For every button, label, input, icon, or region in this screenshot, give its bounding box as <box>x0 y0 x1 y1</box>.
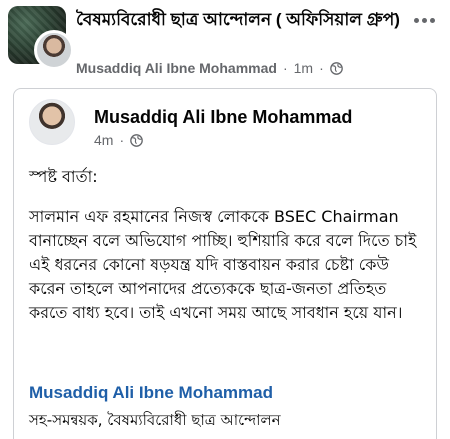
more-options-icon[interactable] <box>410 10 438 30</box>
globe-icon <box>329 61 343 75</box>
post-timestamp[interactable]: 1m <box>294 60 313 76</box>
post-body: স্পষ্ট বার্তা: সালমান এফ রহমানের নিজস্ব … <box>29 165 429 349</box>
shared-author-name[interactable]: Musaddiq Ali Ibne Mohammad <box>94 107 352 128</box>
post-author-name[interactable]: Musaddiq Ali Ibne Mohammad <box>76 60 277 76</box>
post-header: বৈষম্যবিরোধী ছাত্র আন্দোলন ( অফিসিয়াল গ… <box>0 0 450 84</box>
shared-post-timestamp[interactable]: 4m <box>94 132 113 148</box>
author-avatar[interactable] <box>34 30 74 70</box>
shared-author-avatar[interactable] <box>29 99 75 145</box>
meta-separator: · <box>282 60 288 76</box>
post-meta: Musaddiq Ali Ibne Mohammad · 1m · <box>76 60 343 76</box>
globe-icon <box>130 133 143 147</box>
signature-name-link[interactable]: Musaddiq Ali Ibne Mohammad <box>29 383 273 403</box>
post-text: সালমান এফ রহমানের নিজস্ব লোককে BSEC Chai… <box>29 207 417 322</box>
shared-post-meta: 4m · <box>94 132 143 148</box>
post-heading: স্পষ্ট বার্তা: <box>29 167 98 186</box>
group-name[interactable]: বৈষম্যবিরোধী ছাত্র আন্দোলন ( অফিসিয়াল গ… <box>76 8 406 32</box>
meta-separator: · <box>319 60 324 76</box>
meta-separator: · <box>119 132 125 148</box>
signature-role: সহ-সমন্বয়ক, বৈষম্যবিরোধী ছাত্র আন্দোলন <box>29 411 281 429</box>
shared-post-card[interactable]: Musaddiq Ali Ibne Mohammad 4m · স্পষ্ট ব… <box>13 88 437 439</box>
